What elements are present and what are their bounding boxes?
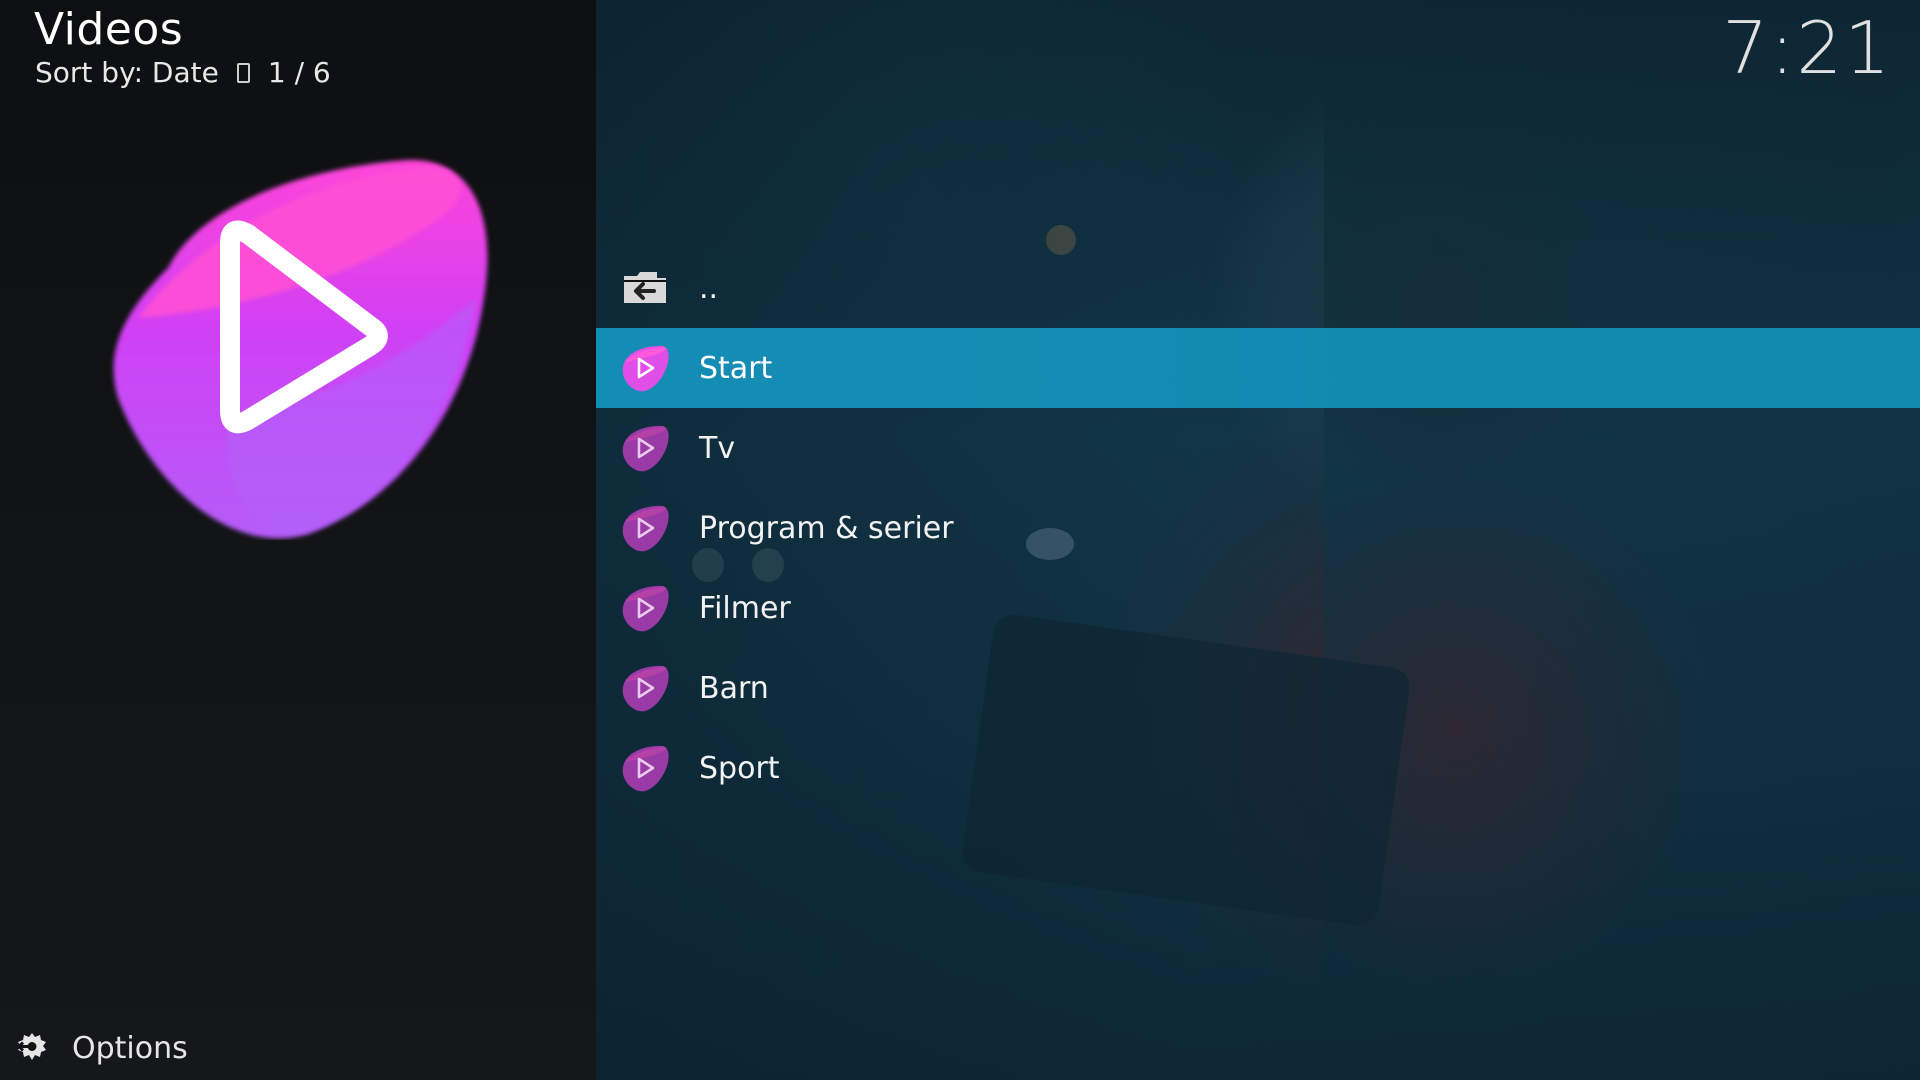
list-item-label: Start: [699, 350, 773, 386]
options-button[interactable]: Options: [14, 1030, 188, 1066]
sort-label: Sort by: Date: [35, 56, 219, 89]
list-item-filmer[interactable]: Filmer: [596, 568, 1920, 648]
list-item-label: ..: [699, 270, 719, 306]
list-item-parent-folder[interactable]: ..: [596, 248, 1920, 328]
list-item-label: Tv: [699, 430, 736, 466]
list-item-barn[interactable]: Barn: [596, 648, 1920, 728]
play-addon-icon: [622, 665, 669, 712]
options-gear-icon: [16, 1033, 46, 1060]
kodi-screen: Videos Sort by: Date 1 / 6 7:21 .. Start…: [0, 0, 1920, 1080]
list-item-label: Barn: [699, 670, 769, 706]
list-item-tv[interactable]: Tv: [596, 408, 1920, 488]
list-item-label: Sport: [699, 750, 780, 786]
list-item-program-serier[interactable]: Program & serier: [596, 488, 1920, 568]
list-item-label: Program & serier: [699, 510, 954, 546]
play-addon-icon: [622, 345, 669, 392]
list-item-sport[interactable]: Sport: [596, 728, 1920, 808]
play-addon-icon: [622, 425, 669, 472]
sort-info: Sort by: Date 1 / 6: [35, 56, 331, 89]
list-item-start[interactable]: Start: [596, 328, 1920, 408]
play-addon-icon: [622, 505, 669, 552]
clock: 7:21: [1722, 6, 1892, 90]
addon-logo-icon: [113, 159, 488, 539]
item-list: .. Start Tv Program & serier Filmer Barn…: [596, 248, 1920, 808]
play-addon-icon: [622, 585, 669, 632]
page-counter: 1 / 6: [267, 56, 331, 89]
page-title: Videos: [34, 4, 184, 55]
options-label: Options: [72, 1030, 188, 1066]
list-item-label: Filmer: [699, 590, 791, 626]
play-addon-icon: [622, 745, 669, 792]
folder-back-icon: [624, 272, 666, 303]
sort-separator-icon: [236, 62, 250, 83]
